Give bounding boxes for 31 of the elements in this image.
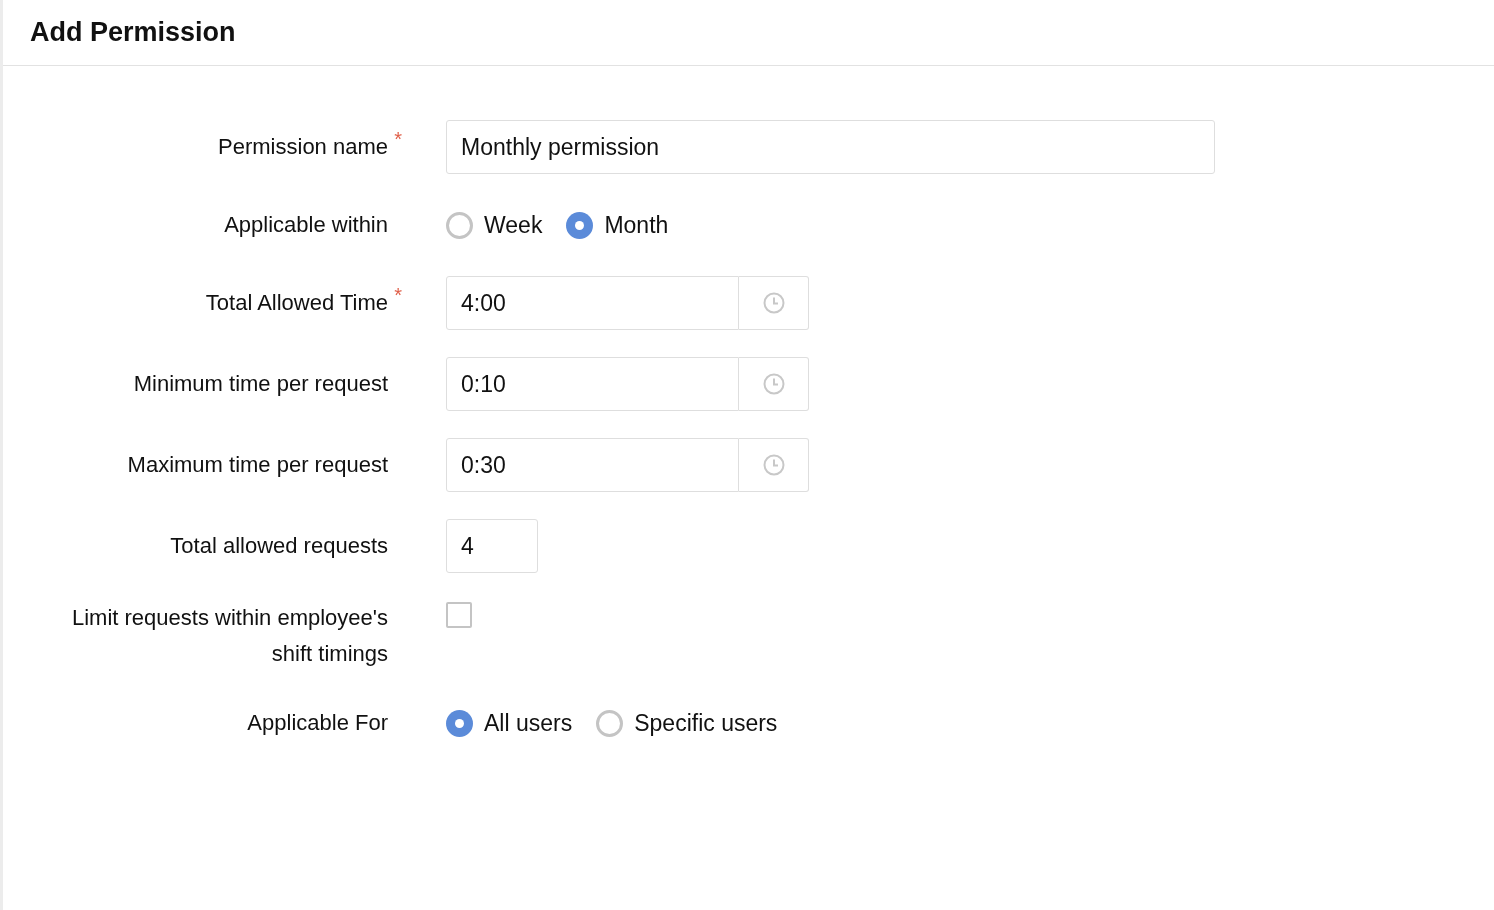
clock-icon — [762, 292, 785, 314]
field-label: Limit requests within employee's shift timings — [71, 604, 389, 668]
time-picker-button[interactable] — [739, 357, 809, 411]
time-field[interactable]: 4:00 — [446, 276, 739, 330]
field-label: Applicable within — [224, 211, 389, 239]
field-label: Maximum time per request — [127, 451, 389, 479]
time-field[interactable]: 0:30 — [446, 438, 739, 492]
page-title: Add Permission — [30, 16, 236, 50]
number-field[interactable]: 4 — [446, 519, 538, 573]
time-picker-button[interactable] — [739, 438, 809, 492]
radio-button[interactable] — [446, 709, 473, 737]
field-label: Minimum time per request — [133, 370, 389, 398]
radio-button[interactable] — [446, 211, 473, 239]
radio-label[interactable]: Month — [604, 207, 669, 243]
time-picker-button[interactable] — [739, 276, 809, 330]
checkbox[interactable] — [446, 602, 472, 628]
field-label: Total allowed requests — [170, 532, 389, 560]
radio-button[interactable] — [596, 709, 624, 737]
clock-icon — [762, 373, 785, 395]
field-label: Applicable For — [247, 709, 389, 737]
required-mark: * — [393, 285, 402, 305]
time-field[interactable]: 0:10 — [446, 357, 739, 411]
clock-icon — [762, 454, 785, 476]
radio-button[interactable] — [566, 211, 594, 239]
radio-label[interactable]: Week — [484, 207, 543, 243]
radio-label[interactable]: Specific users — [634, 705, 778, 741]
radio-label[interactable]: All users — [484, 705, 573, 741]
required-mark: * — [393, 129, 402, 149]
field-label: Permission name — [218, 133, 388, 161]
field-label: Total Allowed Time — [205, 289, 388, 317]
text-field[interactable]: Monthly permission — [446, 120, 1215, 174]
